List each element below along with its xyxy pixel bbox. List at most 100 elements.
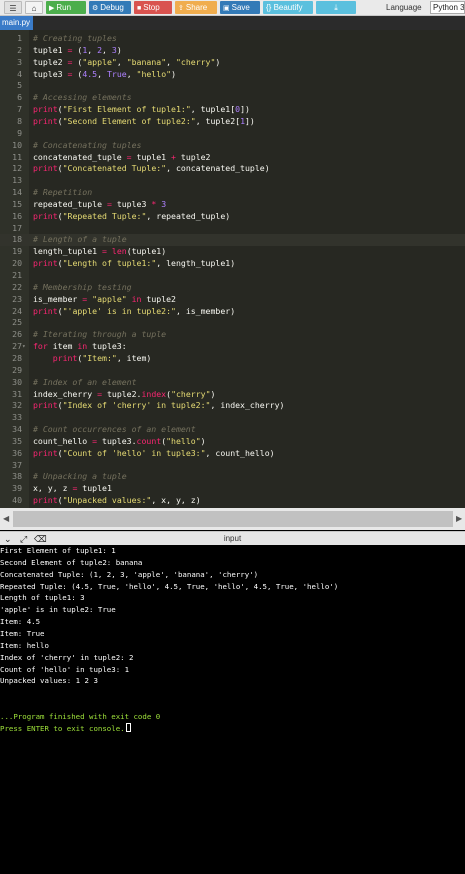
code-line[interactable]: 5 — [0, 80, 465, 92]
code-token: concatenated_tuple — [33, 151, 127, 162]
code-line[interactable]: 37 — [0, 460, 465, 472]
code-token: print — [33, 447, 58, 458]
code-line[interactable]: 21 — [0, 270, 465, 282]
code-line[interactable]: 17 — [0, 223, 465, 235]
code-line[interactable]: 32 print("Index of 'cherry' in tuple2:", … — [0, 400, 465, 412]
code-line[interactable]: 7 print("First Element of tuple1:", tuple… — [0, 104, 465, 116]
code-line[interactable]: 36 print("Count of 'hello' in tuple3:", c… — [0, 448, 465, 460]
code-line[interactable]: 27 ▾ for item in tuple3: — [0, 341, 465, 353]
code-line[interactable]: 10 # Concatenating tuples — [0, 140, 465, 152]
line-number: 13 — [12, 175, 22, 186]
code-editor[interactable]: 1 # Creating tuples 2 tuple1 = (1, 2, 3) 3 tu… — [0, 30, 465, 508]
code-line[interactable]: 9 — [0, 128, 465, 140]
home-button[interactable]: ⌂ — [25, 1, 43, 14]
code-line[interactable]: 13 — [0, 175, 465, 187]
code-line[interactable]: 30 # Index of an element — [0, 377, 465, 389]
code-token: , repeated_tuple) — [146, 210, 231, 221]
code-text: count_hello = tuple3.count("hello") — [33, 436, 206, 448]
console-output[interactable]: First Element of tuple1: 1 Second Element… — [0, 545, 465, 874]
code-line[interactable]: 3 tuple2 = ("apple", "banana", "cherry") — [0, 57, 465, 69]
code-token: ( — [72, 68, 83, 79]
language-select[interactable]: Python 3 — [430, 1, 465, 14]
code-line[interactable]: 4 tuple3 = (4.5, True, "hello") — [0, 69, 465, 81]
console-line: Length of tuple1: 3 — [0, 593, 85, 603]
code-line[interactable]: 20 print("Length of tuple1:", length_tupl… — [0, 258, 465, 270]
code-token: # Concatenating tuples — [33, 139, 142, 150]
debug-button[interactable]: ⚙ Debug — [89, 1, 131, 14]
code-line[interactable]: 19 length_tuple1 = len(tuple1) — [0, 246, 465, 258]
beautify-button[interactable]: {} Beautify — [263, 1, 313, 14]
debug-label: Debug — [100, 3, 124, 12]
code-line[interactable]: 15 repeated_tuple = tuple3 * 3 — [0, 199, 465, 211]
code-token: tuple2. — [102, 388, 142, 399]
code-token: count — [136, 435, 162, 446]
code-line[interactable]: 22 # Membership testing — [0, 282, 465, 294]
run-button[interactable]: ▶ Run — [46, 1, 86, 14]
code-line[interactable]: 33 — [0, 412, 465, 424]
share-button[interactable]: ⇪ Share — [175, 1, 217, 14]
code-line[interactable]: 34 # Count occurrences of an element — [0, 424, 465, 436]
code-token: "Count of 'hello' in tuple3:" — [62, 447, 206, 458]
fold-toggle-icon[interactable]: ▾ — [22, 341, 29, 353]
horizontal-scrollbar[interactable]: ◀ ▶ — [0, 508, 465, 530]
code-line[interactable]: 12 print("Concatenated Tuple:", concatena… — [0, 163, 465, 175]
code-token: , — [87, 44, 98, 55]
expand-icon[interactable]: ⤢ — [20, 533, 27, 545]
menu-button[interactable]: ☰ — [4, 1, 22, 14]
stop-button[interactable]: ■ Stop — [134, 1, 172, 14]
code-token: "hello" — [166, 435, 201, 446]
code-text: print("Repeated Tuple:", repeated_tuple) — [33, 211, 230, 223]
code-text: tuple3 = (4.5, True, "hello") — [33, 69, 176, 81]
line-number: 26 — [12, 329, 22, 340]
code-line[interactable]: 29 — [0, 365, 465, 377]
code-line[interactable]: 18 # Length of a tuple — [0, 234, 465, 247]
code-line[interactable]: 14 # Repetition — [0, 187, 465, 199]
line-number: 15 — [12, 198, 22, 209]
code-line[interactable]: 6 # Accessing elements — [0, 92, 465, 104]
code-text: print("Second Element of tuple2:", tuple… — [33, 116, 255, 128]
line-number: 34 — [12, 424, 22, 435]
code-line[interactable]: 35 count_hello = tuple3.count("hello") — [0, 436, 465, 448]
code-line[interactable]: 40 print("Unpacked values:", x, y, z) — [0, 495, 465, 507]
code-token: tuple1 — [33, 44, 68, 55]
toolbar: ☰ ⌂ ▶ Run ⚙ Debug ■ Stop ⇪ Share ▣ Save {} Be… — [0, 0, 465, 16]
scrollbar-thumb[interactable] — [13, 511, 453, 527]
code-token: ]) — [245, 115, 255, 126]
code-line[interactable]: 25 — [0, 317, 465, 329]
floppy-icon: ▣ — [223, 5, 230, 12]
line-number: 27 — [12, 341, 22, 352]
code-line[interactable]: 11 concatenated_tuple = tuple1 + tuple2 — [0, 152, 465, 164]
code-token: tuple3. — [97, 435, 137, 446]
code-line[interactable]: 28 print("Item:", item) — [0, 353, 465, 365]
code-line[interactable]: 24 print("'apple' is in tuple2:", is_memb… — [0, 306, 465, 318]
code-line[interactable]: 16 print("Repeated Tuple:", repeated_tupl… — [0, 211, 465, 223]
file-tab-main[interactable]: main.py — [0, 16, 33, 30]
code-token: ( — [72, 56, 83, 67]
chevron-down-icon[interactable]: ⌄ — [4, 533, 12, 545]
scroll-right-icon[interactable]: ▶ — [456, 514, 462, 523]
code-line[interactable]: 31 index_cherry = tuple2.index("cherry") — [0, 389, 465, 401]
download-button[interactable]: ⤓ — [316, 1, 356, 14]
line-number: 4 — [17, 68, 22, 79]
code-line[interactable]: 1 # Creating tuples — [0, 33, 465, 45]
code-token: tuple2 — [33, 56, 68, 67]
code-line[interactable]: 38 # Unpacking a tuple — [0, 471, 465, 483]
line-number: 14 — [12, 187, 22, 198]
clear-icon[interactable]: ⌫ — [34, 533, 47, 545]
code-token: count_hello — [33, 435, 93, 446]
code-token: in — [77, 341, 88, 352]
code-text: # Iterating through a tuple — [33, 329, 166, 341]
code-line[interactable]: 2 tuple1 = (1, 2, 3) — [0, 45, 465, 57]
bug-icon: ⚙ — [92, 5, 99, 12]
code-token: "Length of tuple1:" — [62, 258, 157, 269]
code-token: "Item:" — [82, 352, 117, 363]
code-line[interactable]: 39 x, y, z = tuple1 — [0, 483, 465, 495]
scroll-left-icon[interactable]: ◀ — [3, 514, 9, 523]
save-button[interactable]: ▣ Save — [220, 1, 260, 14]
code-token: ]) — [240, 104, 250, 115]
console-line: Second Element of tuple2: banana — [0, 557, 143, 567]
code-line[interactable]: 23 is_member = "apple" in tuple2 — [0, 294, 465, 306]
code-line[interactable]: 8 print("Second Element of tuple2:", tupl… — [0, 116, 465, 128]
code-token: for — [33, 341, 48, 352]
code-line[interactable]: 26 # Iterating through a tuple — [0, 329, 465, 341]
